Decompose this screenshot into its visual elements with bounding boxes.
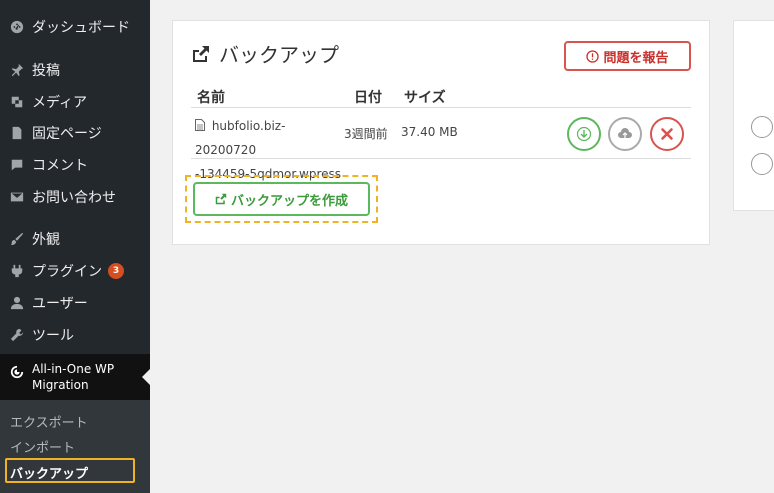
share-export-icon: [215, 193, 227, 205]
admin-sidebar: ダッシュボード 投稿 メディア 固定ページ コメント お問い合わせ 外観 プラグ…: [0, 0, 150, 493]
column-header-size: サイズ: [404, 90, 446, 106]
sidebar-item-appearance[interactable]: 外観: [0, 224, 150, 254]
sidebar-item-label: お問い合わせ: [32, 190, 116, 206]
divider: [191, 107, 691, 108]
pin-icon: [10, 63, 24, 77]
cloud-upload-icon: [618, 128, 632, 138]
backup-size: 37.40 MB: [401, 125, 458, 139]
media-icon: [10, 95, 24, 109]
submenu-item-export[interactable]: エクスポート: [10, 412, 88, 431]
exclamation-circle-icon: [586, 49, 600, 63]
page-icon: [10, 126, 24, 140]
sidebar-item-label: ツール: [32, 328, 74, 344]
page-title: バックアップ: [191, 39, 339, 68]
side-panel: [733, 20, 774, 211]
dashboard-icon: [10, 20, 24, 34]
radio-option[interactable]: [751, 116, 773, 138]
sidebar-item-label: 外観: [32, 232, 60, 248]
current-menu-arrow: [142, 369, 150, 385]
sidebar-item-label: プラグイン: [32, 264, 102, 280]
plugin-icon: [10, 264, 24, 278]
sidebar-item-comments[interactable]: コメント: [0, 150, 150, 180]
delete-button[interactable]: [650, 117, 684, 151]
sidebar-item-tools[interactable]: ツール: [0, 320, 150, 350]
migration-icon: [10, 364, 24, 379]
sidebar-item-users[interactable]: ユーザー: [0, 288, 150, 318]
submenu-item-import[interactable]: インポート: [10, 437, 75, 456]
sidebar-item-contact[interactable]: お問い合わせ: [0, 182, 150, 212]
update-count-badge: 3: [108, 263, 124, 279]
divider: [191, 158, 691, 159]
column-header-date: 日付: [354, 90, 382, 106]
backup-date: 3週間前: [344, 127, 388, 141]
backup-panel: バックアップ 問題を報告 名前 日付 サイズ hubfolio.biz-2020…: [172, 20, 710, 245]
report-problem-button[interactable]: 問題を報告: [564, 41, 691, 71]
sidebar-item-label: ユーザー: [32, 296, 88, 312]
sidebar-item-dashboard[interactable]: ダッシュボード: [0, 12, 150, 42]
sidebar-item-pages[interactable]: 固定ページ: [0, 118, 150, 148]
sidebar-item-plugins[interactable]: プラグイン 3: [0, 256, 150, 286]
share-export-icon: [191, 44, 211, 64]
sidebar-item-label: 投稿: [32, 63, 60, 79]
download-button[interactable]: [567, 117, 601, 151]
sidebar-item-label: コメント: [32, 158, 88, 174]
comment-icon: [10, 158, 24, 172]
sidebar-item-all-in-one-wp-migration[interactable]: All-in-One WP Migration: [0, 354, 150, 400]
download-icon: [576, 126, 592, 142]
mail-icon: [10, 190, 24, 204]
restore-button[interactable]: [608, 117, 642, 151]
sidebar-item-label: メディア: [32, 95, 88, 111]
user-icon: [10, 296, 24, 310]
highlight-box: [5, 458, 135, 483]
brush-icon: [10, 232, 24, 246]
radio-option[interactable]: [751, 153, 773, 175]
sidebar-item-label: All-in-One WP Migration: [32, 362, 115, 392]
sidebar-item-label: 固定ページ: [32, 126, 102, 142]
close-icon: [661, 128, 673, 140]
wrench-icon: [10, 328, 24, 342]
column-header-name: 名前: [197, 90, 225, 106]
create-backup-button[interactable]: バックアップを作成: [193, 182, 370, 216]
sidebar-item-label: ダッシュボード: [32, 20, 130, 36]
file-icon: [195, 119, 212, 133]
sidebar-item-media[interactable]: メディア: [0, 87, 150, 117]
sidebar-item-posts[interactable]: 投稿: [0, 55, 150, 85]
